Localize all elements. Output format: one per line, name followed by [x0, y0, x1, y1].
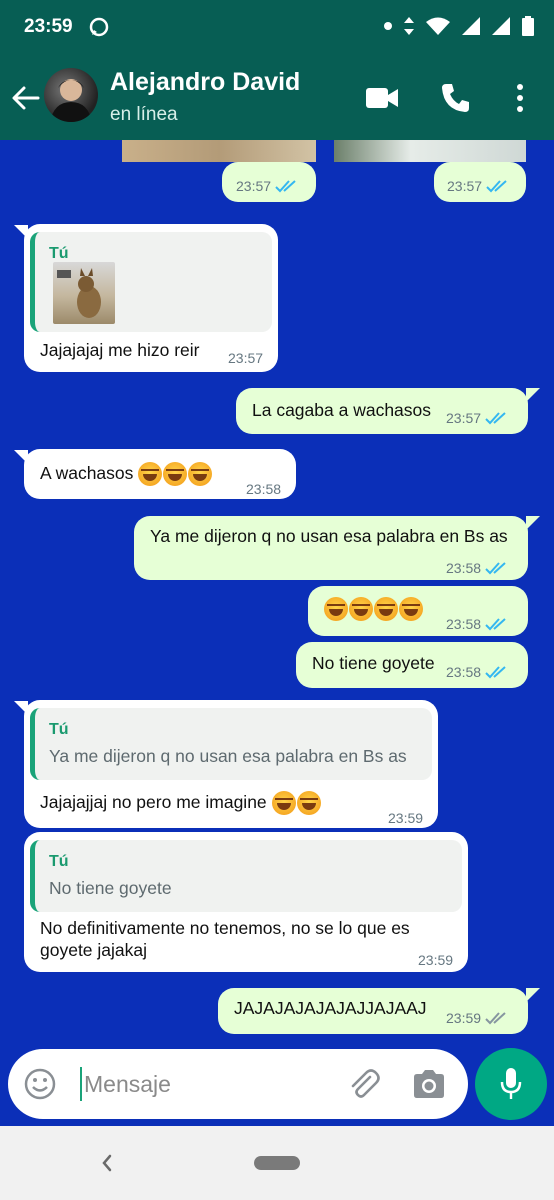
- double-check-icon: [485, 618, 506, 631]
- message-text: Jajajajjaj no pero me imagine: [40, 792, 267, 812]
- attach-icon[interactable]: [346, 1067, 380, 1101]
- message-in[interactable]: A wachasos 23:58: [24, 449, 296, 499]
- message-input[interactable]: Mensaje: [84, 1071, 171, 1098]
- message-time: 23:58: [446, 616, 482, 632]
- rofl-emoji-icon: [271, 791, 296, 816]
- rofl-emoji-icon: [138, 462, 163, 487]
- quoted-image-thumbnail: [53, 262, 115, 324]
- home-pill[interactable]: [254, 1156, 300, 1170]
- chat-header: Alejandro David en línea: [0, 56, 554, 140]
- message-in[interactable]: Tú Ya me dijeron q no usan esa palabra e…: [24, 700, 438, 828]
- status-bar: 23:59: [0, 0, 554, 56]
- dot-icon: [384, 22, 392, 30]
- bubble-tail: [526, 988, 540, 1002]
- message-time: 23:58: [446, 560, 482, 576]
- message-time: 23:59: [388, 810, 424, 826]
- double-check-icon: [485, 666, 506, 679]
- video-call-icon[interactable]: [364, 82, 400, 114]
- message-out[interactable]: No tiene goyete 23:58: [296, 642, 528, 688]
- quote-text: Ya me dijeron q no usan esa palabra en B…: [49, 746, 407, 766]
- double-check-icon: [275, 180, 296, 193]
- message-time: 23:57: [236, 178, 272, 194]
- message-out[interactable]: Ya me dijeron q no usan esa palabra en B…: [134, 516, 528, 580]
- mic-icon: [500, 1068, 522, 1099]
- double-check-icon: [485, 1012, 506, 1025]
- double-check-icon: [485, 412, 506, 425]
- message-in[interactable]: Tú No tiene goyete No definitivamente no…: [24, 832, 468, 972]
- quoted-message[interactable]: Tú: [30, 232, 272, 332]
- message-out[interactable]: La cagaba a wachasos 23:57: [236, 388, 528, 434]
- data-arrows-icon: [404, 17, 414, 35]
- rofl-emoji-icon: [188, 462, 213, 487]
- quote-author: Tú: [49, 853, 69, 870]
- quote-text: No tiene goyete: [49, 878, 172, 898]
- message-text: Jajajajaj me hizo reir: [40, 340, 200, 360]
- message-time: 23:58: [446, 664, 482, 680]
- emoji-icon[interactable]: [24, 1068, 56, 1100]
- signal-icon: [492, 17, 510, 35]
- message-time: 23:59: [446, 1010, 482, 1026]
- image-message[interactable]: [122, 140, 316, 162]
- back-arrow-icon[interactable]: [10, 82, 42, 114]
- quote-author: Tú: [49, 721, 69, 738]
- rofl-emoji-icon: [399, 597, 423, 622]
- image-message[interactable]: [334, 140, 526, 162]
- status-time: 23:59: [24, 16, 73, 37]
- message-time: 23:58: [246, 481, 282, 497]
- whatsapp-notification-icon: [89, 17, 109, 37]
- message-text: Ya me dijeron q no usan esa palabra en B…: [150, 526, 508, 546]
- message-time: 23:57: [228, 350, 264, 366]
- double-check-icon: [486, 180, 507, 193]
- message-time: 23:57: [446, 410, 482, 426]
- text-cursor: [80, 1067, 82, 1101]
- bubble-tail: [526, 388, 540, 402]
- message-out[interactable]: 23:57: [434, 162, 526, 202]
- message-text: JAJAJAJAJAJAJJAJAAJ: [234, 998, 427, 1018]
- message-text: No tiene goyete: [312, 653, 435, 673]
- contact-name[interactable]: Alejandro David: [110, 68, 300, 97]
- more-options-icon[interactable]: [514, 82, 526, 114]
- mic-button[interactable]: [475, 1048, 547, 1120]
- battery-icon: [522, 16, 534, 36]
- message-text-line2: goyete jajakaj: [40, 940, 148, 960]
- system-nav-bar: [0, 1126, 554, 1200]
- message-time: 23:57: [447, 178, 483, 194]
- rofl-emoji-icon: [163, 462, 188, 487]
- wifi-icon: [426, 17, 450, 35]
- rofl-emoji-icon: [324, 597, 348, 622]
- message-composer[interactable]: Mensaje: [8, 1049, 468, 1119]
- camera-icon[interactable]: [412, 1068, 446, 1100]
- message-in[interactable]: Tú Jajajajaj me hizo reir 23:57: [24, 224, 278, 372]
- message-text: A wachasos: [40, 463, 134, 483]
- message-text-line1: No definitivamente no tenemos, no se lo …: [40, 918, 410, 938]
- double-check-icon: [485, 562, 506, 575]
- message-out[interactable]: 23:58: [308, 586, 528, 636]
- message-out[interactable]: JAJAJAJAJAJAJJAJAAJ 23:59: [218, 988, 528, 1034]
- message-text: La cagaba a wachasos: [252, 400, 432, 420]
- signal-icon: [462, 17, 480, 35]
- message-out[interactable]: 23:57: [222, 162, 316, 202]
- quoted-message[interactable]: Tú No tiene goyete: [30, 840, 462, 912]
- avatar[interactable]: [44, 68, 98, 122]
- chat-area[interactable]: 23:57 23:57 Tú Jajajajaj me hizo reir 23…: [0, 140, 554, 1045]
- message-time: 23:59: [418, 952, 454, 968]
- nav-back-icon[interactable]: [96, 1146, 116, 1180]
- rofl-emoji-icon: [296, 791, 321, 816]
- quoted-message[interactable]: Tú Ya me dijeron q no usan esa palabra e…: [30, 708, 432, 780]
- bubble-tail: [526, 516, 540, 530]
- rofl-emoji-icon: [374, 597, 398, 622]
- contact-presence: en línea: [110, 104, 178, 125]
- rofl-emoji-icon: [349, 597, 373, 622]
- phone-icon[interactable]: [440, 82, 470, 114]
